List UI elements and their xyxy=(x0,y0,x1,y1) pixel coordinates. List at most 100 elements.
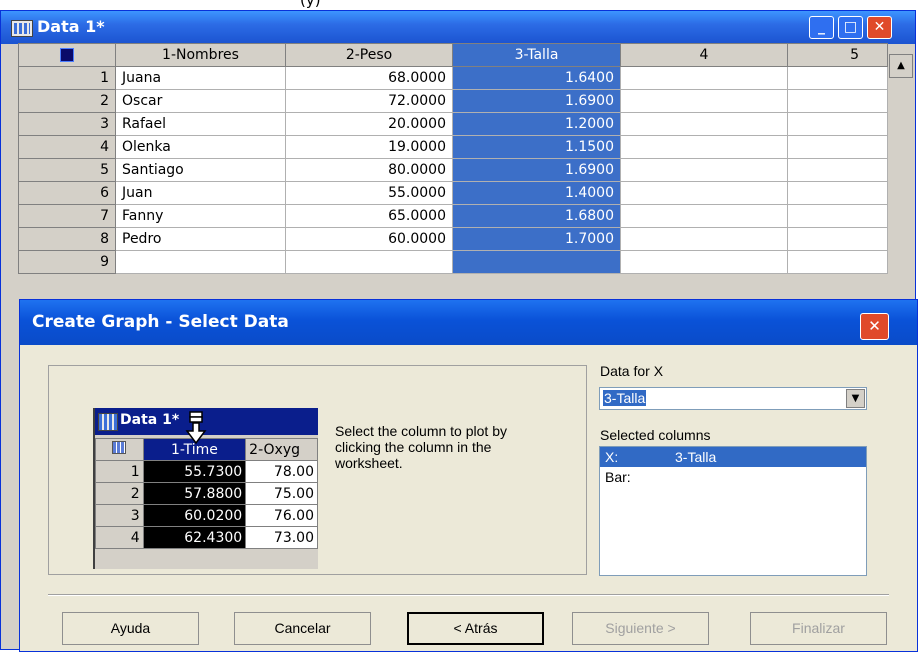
cell-peso[interactable]: 72.0000 xyxy=(285,89,453,113)
finish-button[interactable]: Finalizar xyxy=(750,612,887,645)
row-number[interactable]: 6 xyxy=(18,181,116,205)
cell-empty[interactable] xyxy=(620,158,788,182)
cell-empty[interactable] xyxy=(787,227,888,251)
dialog-title: Create Graph - Select Data xyxy=(32,312,289,332)
row-number[interactable]: 7 xyxy=(18,204,116,228)
cell-peso[interactable]: 60.0000 xyxy=(285,227,453,251)
create-graph-dialog: Create Graph - Select Data ✕ Data 1* 1-T… xyxy=(19,299,918,652)
cell-talla[interactable]: 1.7000 xyxy=(452,227,621,251)
column-header-4[interactable]: 4 xyxy=(620,43,788,67)
cell-talla[interactable]: 1.6900 xyxy=(452,89,621,113)
cell-peso[interactable] xyxy=(285,250,453,274)
cell-oxyg: 76.00 xyxy=(245,504,318,527)
grid-corner[interactable] xyxy=(18,43,116,67)
cell-nombre[interactable]: Olenka xyxy=(115,135,286,159)
cell-empty[interactable] xyxy=(620,89,788,113)
cell-talla[interactable]: 1.6400 xyxy=(452,66,621,90)
worksheet-title-bar[interactable]: Data 1* _ □ ✕ xyxy=(1,11,915,44)
cell-nombre[interactable]: Juana xyxy=(115,66,286,90)
selected-columns-list[interactable]: X: 3-Talla Bar: xyxy=(599,446,867,576)
cell-time: 60.0200 xyxy=(142,504,247,527)
back-button[interactable]: < Atrás xyxy=(407,612,544,645)
column-header-5[interactable]: 5 xyxy=(787,43,888,67)
row-number[interactable]: 3 xyxy=(18,112,116,136)
cell-nombre[interactable] xyxy=(115,250,286,274)
list-item[interactable]: Bar: xyxy=(600,467,866,487)
row-number[interactable]: 4 xyxy=(18,135,116,159)
cell-empty[interactable] xyxy=(620,204,788,228)
dialog-title-bar[interactable]: Create Graph - Select Data ✕ xyxy=(20,300,917,345)
cell-peso[interactable]: 65.0000 xyxy=(285,204,453,228)
cell-nombre[interactable]: Fanny xyxy=(115,204,286,228)
select-all-icon xyxy=(60,48,74,62)
cell-peso[interactable]: 68.0000 xyxy=(285,66,453,90)
dialog-close-button[interactable]: ✕ xyxy=(860,313,889,340)
cell-talla[interactable] xyxy=(452,250,621,274)
cell-empty[interactable] xyxy=(787,158,888,182)
cell-empty[interactable] xyxy=(787,112,888,136)
row-number[interactable]: 2 xyxy=(18,89,116,113)
cell-peso[interactable]: 55.0000 xyxy=(285,181,453,205)
cell-empty[interactable] xyxy=(620,227,788,251)
row-number[interactable]: 8 xyxy=(18,227,116,251)
list-item[interactable]: X: 3-Talla xyxy=(600,447,866,467)
cell-peso[interactable]: 80.0000 xyxy=(285,158,453,182)
cancel-button[interactable]: Cancelar xyxy=(234,612,371,645)
cell-talla[interactable]: 1.6900 xyxy=(452,158,621,182)
cell-nombre[interactable]: Pedro xyxy=(115,227,286,251)
cell-empty[interactable] xyxy=(787,66,888,90)
cell-empty[interactable] xyxy=(620,112,788,136)
cell-talla[interactable]: 1.2000 xyxy=(452,112,621,136)
cell-talla[interactable]: 1.4000 xyxy=(452,181,621,205)
cell-peso[interactable]: 20.0000 xyxy=(285,112,453,136)
chevron-down-icon[interactable]: ▼ xyxy=(846,389,865,408)
preview-column-oxyg: 2-Oxyg xyxy=(245,438,318,461)
data-for-x-value: 3-Talla xyxy=(603,390,647,406)
column-header-peso[interactable]: 2-Peso xyxy=(285,43,453,67)
worksheet-icon xyxy=(98,413,118,431)
cell-talla[interactable]: 1.1500 xyxy=(452,135,621,159)
column-header-nombres[interactable]: 1-Nombres xyxy=(115,43,286,67)
cell-nombre[interactable]: Juan xyxy=(115,181,286,205)
table-row: 4 62.4300 73.00 xyxy=(95,526,318,549)
table-row: 4 Olenka 19.0000 1.1500 xyxy=(18,135,888,159)
cell-nombre[interactable]: Oscar xyxy=(115,89,286,113)
row-number: 3 xyxy=(95,504,144,527)
help-button[interactable]: Ayuda xyxy=(62,612,199,645)
cell-empty[interactable] xyxy=(787,250,888,274)
preview-corner xyxy=(95,438,144,461)
row-number[interactable]: 1 xyxy=(18,66,116,90)
preview-title: Data 1* xyxy=(120,412,180,428)
cell-empty[interactable] xyxy=(620,181,788,205)
cell-nombre[interactable]: Rafael xyxy=(115,112,286,136)
row-number: 1 xyxy=(95,460,144,483)
data-for-x-label: Data for X xyxy=(600,363,664,379)
cell-talla[interactable]: 1.6800 xyxy=(452,204,621,228)
cell-empty[interactable] xyxy=(620,250,788,274)
cell-peso[interactable]: 19.0000 xyxy=(285,135,453,159)
row-number[interactable]: 9 xyxy=(18,250,116,274)
close-button[interactable]: ✕ xyxy=(867,16,892,39)
data-for-x-select[interactable]: 3-Talla ▼ xyxy=(599,387,867,410)
cell-nombre[interactable]: Santiago xyxy=(115,158,286,182)
cell-empty[interactable] xyxy=(620,135,788,159)
maximize-button[interactable]: □ xyxy=(838,16,863,39)
minimize-button[interactable]: _ xyxy=(809,16,834,39)
next-button[interactable]: Siguiente > xyxy=(572,612,709,645)
cell-empty[interactable] xyxy=(787,89,888,113)
table-row: 2 57.8800 75.00 xyxy=(95,482,318,505)
top-strip xyxy=(0,0,922,10)
cell-empty[interactable] xyxy=(787,181,888,205)
cell-oxyg: 73.00 xyxy=(245,526,318,549)
cell-empty[interactable] xyxy=(787,135,888,159)
cell-empty[interactable] xyxy=(787,204,888,228)
worksheet-title: Data 1* xyxy=(37,17,105,36)
table-row: 8 Pedro 60.0000 1.7000 xyxy=(18,227,888,251)
preview-worksheet: Data 1* 1-Time 2-Oxyg 1 55.7300 78.00 2 57.… xyxy=(93,408,318,569)
row-number: 2 xyxy=(95,482,144,505)
row-number[interactable]: 5 xyxy=(18,158,116,182)
scroll-up-arrow-icon[interactable]: ▲ xyxy=(889,54,913,78)
column-header-talla[interactable]: 3-Talla xyxy=(452,43,621,67)
table-row: 2 Oscar 72.0000 1.6900 xyxy=(18,89,888,113)
cell-empty[interactable] xyxy=(620,66,788,90)
